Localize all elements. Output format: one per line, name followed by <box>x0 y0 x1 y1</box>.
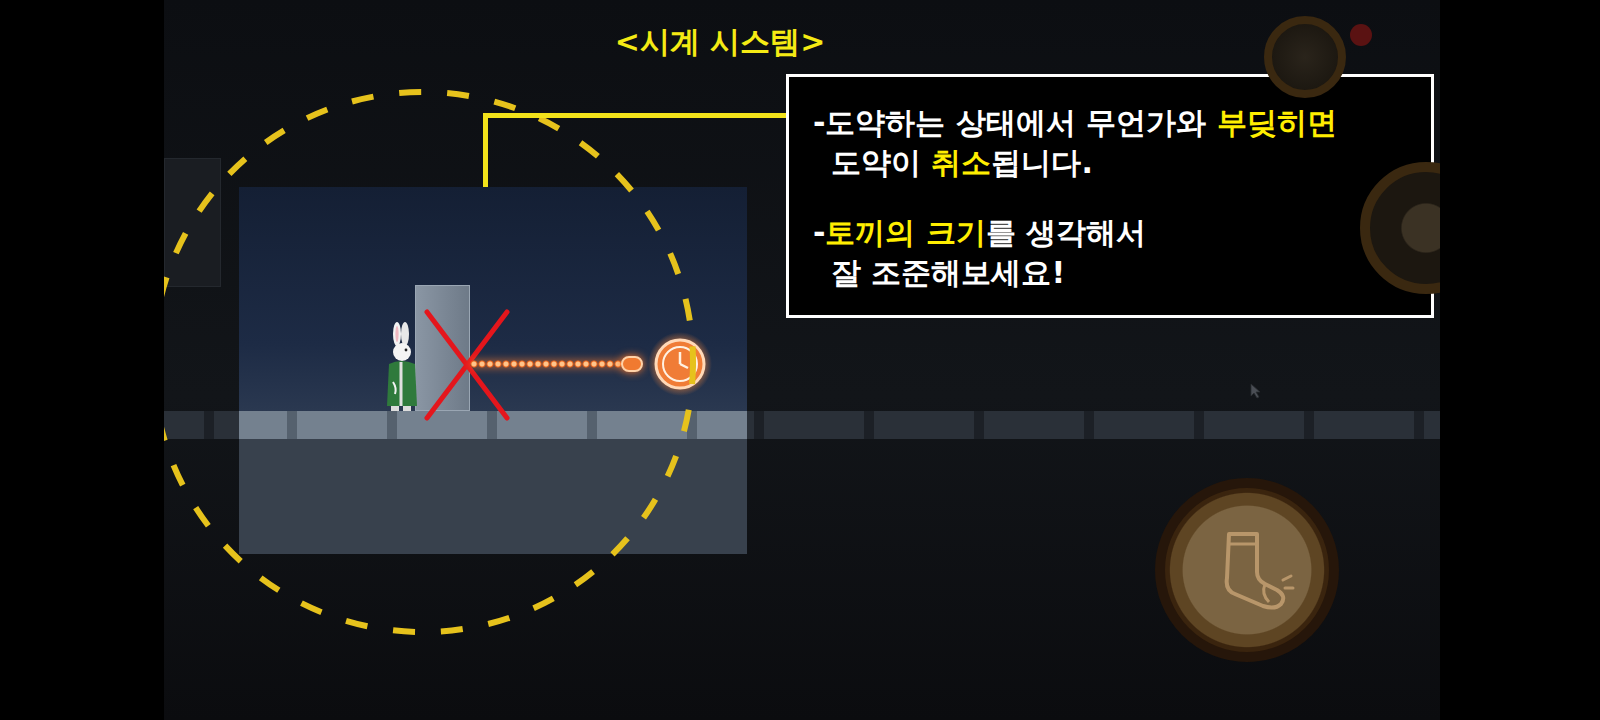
spotlight-region <box>239 187 747 554</box>
callout-line: -도약하는 상태에서 무언가와 부딪히면 <box>813 105 1415 141</box>
callout-paragraph: -도약하는 상태에서 무언가와 부딪히면도약이 취소됩니다. <box>813 105 1415 181</box>
letterbox-left <box>0 0 164 720</box>
underground <box>239 439 747 554</box>
wall-block <box>164 158 221 287</box>
letterbox-right <box>1440 0 1600 720</box>
highlight-text: 취소 <box>931 145 991 180</box>
callout-text: 됩니다. <box>991 145 1092 180</box>
rabbit-icon <box>383 322 419 412</box>
mouse-cursor-icon <box>1250 383 1262 399</box>
chain-knob <box>621 356 643 372</box>
highlight-text: 부딪히면 <box>1217 105 1337 140</box>
highlight-text: 토끼의 크기 <box>825 215 985 250</box>
jump-range-circle <box>164 87 698 637</box>
callout-text: 잘 조준해보세요! <box>831 255 1065 290</box>
screen: <시계 시스템> -도약하는 상태에서 무언가와 부딪히면도약이 취소됩니다. -토… <box>0 0 1600 720</box>
callout-text: -도약하는 상태에서 무언가와 <box>813 105 1217 140</box>
clock-gauge[interactable] <box>1264 16 1346 98</box>
callout-line: -토끼의 크기를 생각해서 <box>813 215 1415 251</box>
pocket-clock-icon[interactable] <box>648 332 712 396</box>
tutorial-title: <시계 시스템> <box>609 20 832 65</box>
clock-chain <box>470 359 630 369</box>
callout-line: 도약이 취소됩니다. <box>813 145 1415 181</box>
pillar <box>415 285 470 411</box>
jump-button[interactable] <box>1155 478 1339 662</box>
ground <box>239 411 747 439</box>
sock-icon <box>1199 522 1295 618</box>
callout-text: 도약이 <box>831 145 931 180</box>
callout-connector <box>483 113 788 187</box>
callout-text: - <box>813 215 825 250</box>
callout-box: -도약하는 상태에서 무언가와 부딪히면도약이 취소됩니다. -토끼의 크기를 생… <box>786 74 1434 318</box>
game-area: <시계 시스템> -도약하는 상태에서 무언가와 부딪히면도약이 취소됩니다. -토… <box>164 0 1440 720</box>
callout-line: 잘 조준해보세요! <box>813 255 1415 291</box>
callout-text: 를 생각해서 <box>986 215 1146 250</box>
rose-ornament <box>1350 24 1372 46</box>
callout-paragraph: -토끼의 크기를 생각해서잘 조준해보세요! <box>813 215 1415 291</box>
